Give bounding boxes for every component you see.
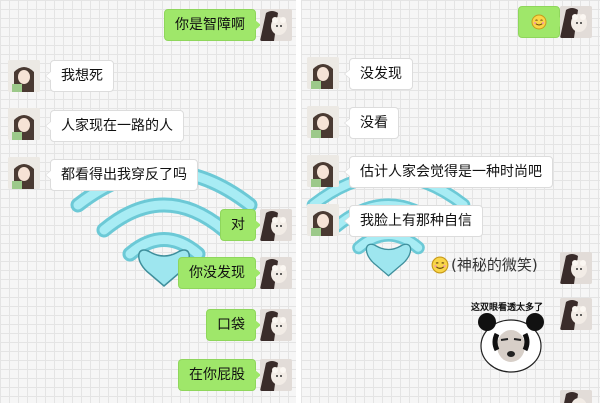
message-bubble-incoming[interactable]: 我脸上有那种自信: [344, 205, 483, 237]
smile-emoji-icon: [531, 14, 547, 30]
smile-emoji-icon: [431, 256, 449, 273]
message-text: 口袋: [217, 317, 245, 333]
user-avatar[interactable]: [560, 390, 592, 403]
message-text: 没发现: [360, 66, 402, 82]
smile-label: (神秘的微笑): [451, 256, 538, 274]
friend-avatar[interactable]: [307, 155, 339, 187]
user-avatar[interactable]: [560, 252, 592, 284]
message-text: 没看: [360, 115, 388, 131]
message-bubble-incoming[interactable]: 人家现在一路的人: [45, 110, 184, 142]
message-bubble-outgoing[interactable]: 口袋: [206, 309, 261, 341]
right-chat-panel: 没发现 没看 估计人家会觉得是一种时尚吧 我脸上有那种自信 (神秘的微笑) 这双…: [301, 0, 600, 403]
message-bubble-outgoing[interactable]: [518, 6, 565, 38]
message-text: 估计人家会觉得是一种时尚吧: [360, 164, 542, 180]
user-avatar[interactable]: [260, 9, 292, 41]
user-avatar[interactable]: [560, 298, 592, 330]
left-chat-panel: 你是智障啊 我想死 人家现在一路的人 都看得出我穿反了吗 对 你没发现 口袋 在…: [0, 0, 296, 403]
message-bubble-outgoing[interactable]: 你没发现: [178, 257, 261, 289]
message-bubble-incoming[interactable]: 都看得出我穿反了吗: [45, 159, 198, 191]
message-text: 你没发现: [189, 265, 245, 281]
mysterious-smile-message[interactable]: (神秘的微笑): [431, 254, 538, 275]
message-bubble-incoming[interactable]: 没看: [344, 107, 399, 139]
message-bubble-outgoing[interactable]: 你是智障啊: [164, 9, 261, 41]
message-text: 我脸上有那种自信: [360, 213, 472, 229]
message-bubble-outgoing[interactable]: 对: [220, 209, 261, 241]
friend-avatar[interactable]: [307, 57, 339, 89]
friend-avatar[interactable]: [307, 204, 339, 236]
friend-avatar[interactable]: [8, 157, 40, 189]
message-bubble-incoming[interactable]: 估计人家会觉得是一种时尚吧: [344, 156, 553, 188]
friend-avatar[interactable]: [8, 60, 40, 92]
friend-avatar[interactable]: [8, 108, 40, 140]
user-avatar[interactable]: [260, 209, 292, 241]
friend-avatar[interactable]: [307, 106, 339, 138]
user-avatar[interactable]: [260, 359, 292, 391]
user-avatar[interactable]: [260, 309, 292, 341]
message-text: 对: [231, 217, 245, 233]
panda-meme-sticker[interactable]: [477, 312, 545, 374]
message-bubble-outgoing[interactable]: 在你屁股: [178, 359, 261, 391]
message-text: 我想死: [61, 68, 103, 84]
user-avatar[interactable]: [560, 6, 592, 38]
user-avatar[interactable]: [260, 257, 292, 289]
message-text: 都看得出我穿反了吗: [61, 167, 187, 183]
message-bubble-incoming[interactable]: 没发现: [344, 58, 413, 90]
message-text: 你是智障啊: [175, 17, 245, 33]
message-bubble-incoming[interactable]: 我想死: [45, 60, 114, 92]
message-text: 人家现在一路的人: [61, 118, 173, 134]
message-text: 在你屁股: [189, 367, 245, 383]
